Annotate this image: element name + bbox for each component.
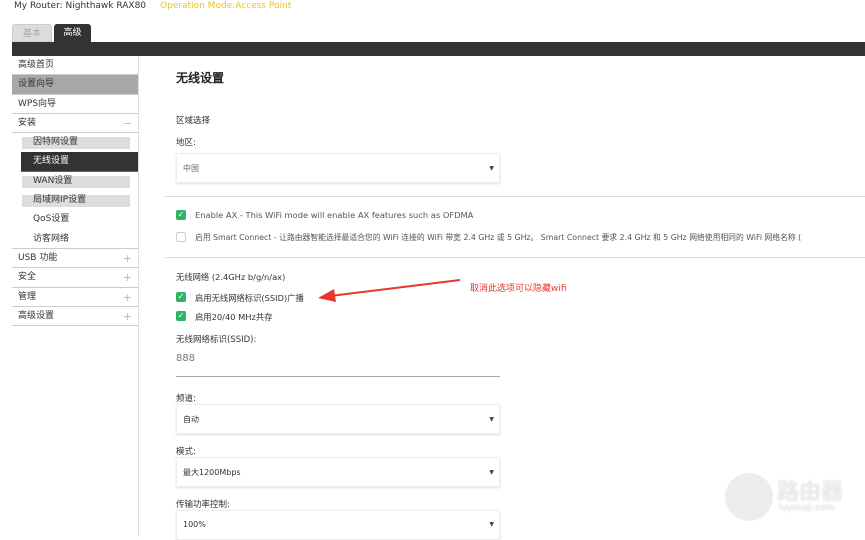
ssid-broadcast-checkbox[interactable]: ✓: [176, 292, 186, 302]
sidebar-sub-lan[interactable]: 局域网IP设置: [12, 191, 138, 210]
smart-connect-label: 启用 Smart Connect - 让路由器智能选择最适合您的 WiFi 连接…: [195, 233, 802, 242]
power-label: 传输功率控制:: [176, 500, 230, 510]
ssid-label: 无线网络标识(SSID):: [176, 335, 257, 345]
sidebar-item-setup-wizard[interactable]: 设置向导: [12, 75, 138, 95]
watermark-url: luyouqi.com: [779, 503, 835, 513]
channel-label: 频道:: [176, 394, 196, 404]
coexist-label: 启用20/40 MHz共存: [195, 312, 273, 322]
caret-down-icon: ▼: [489, 469, 494, 476]
tab-advanced[interactable]: 高级: [54, 24, 91, 42]
expand-icon: +: [122, 251, 132, 265]
sidebar-sub-wan[interactable]: WAN设置: [12, 172, 138, 191]
nav-bar: [12, 42, 865, 56]
caret-down-icon: ▼: [489, 165, 494, 172]
sidebar-sub-qos[interactable]: QoS设置: [12, 210, 138, 229]
divider: [165, 257, 865, 258]
smart-connect-checkbox[interactable]: [176, 232, 186, 242]
caret-down-icon: ▼: [489, 521, 494, 528]
enable-ax-label: Enable AX - This WiFi mode will enable A…: [195, 210, 474, 220]
ssid-input[interactable]: 888: [176, 353, 500, 377]
ssid-broadcast-label: 启用无线网络标识(SSID)广播: [195, 293, 304, 303]
mode-label: 模式:: [176, 447, 196, 457]
sidebar-sub-guest[interactable]: 访客网络: [12, 230, 138, 249]
sidebar-item-security[interactable]: 安全 +: [12, 268, 138, 288]
sidebar-item-setup[interactable]: 安装 −: [12, 114, 138, 134]
sidebar-sub-wireless[interactable]: 无线设置: [21, 152, 138, 172]
watermark-router-icon: [725, 473, 773, 521]
expand-icon: +: [122, 309, 132, 323]
wireless-heading: 无线网络 (2.4GHz b/g/n/ax): [176, 272, 286, 282]
tab-basic[interactable]: 基本: [12, 24, 52, 42]
operation-mode: Operation Mode:Access Point: [160, 1, 292, 11]
region-label: 地区:: [176, 138, 196, 148]
page-title: 无线设置: [176, 71, 225, 85]
expand-icon: +: [122, 271, 132, 285]
router-name: Nighthawk RAX80: [65, 1, 147, 11]
sidebar-item-usb[interactable]: USB 功能 +: [12, 249, 138, 269]
collapse-icon[interactable]: −: [123, 114, 132, 133]
divider: [165, 196, 865, 197]
coexist-checkbox[interactable]: ✓: [176, 311, 186, 321]
sidebar-item-advanced-settings[interactable]: 高级设置 +: [12, 307, 138, 327]
watermark-text: 路由器: [777, 480, 844, 505]
region-heading: 区域选择: [176, 116, 211, 126]
arrow-annotation-icon: [318, 279, 461, 302]
expand-icon: +: [122, 290, 132, 304]
enable-ax-checkbox[interactable]: ✓: [176, 210, 186, 220]
power-select[interactable]: 100% ▼: [176, 510, 500, 540]
annotation-text: 取消此选项可以隐藏wifi: [470, 284, 567, 294]
router-label: My Router:: [14, 1, 63, 11]
sidebar-sub-internet[interactable]: 因特网设置: [12, 133, 138, 152]
sidebar: 高级首页 设置向导 WPS向导 安装 − 因特网设置 无线设置 WAN设置 局域网…: [12, 56, 139, 537]
caret-down-icon: ▼: [489, 416, 494, 423]
region-select[interactable]: 中国 ▼: [176, 153, 500, 183]
channel-select[interactable]: 自动 ▼: [176, 404, 500, 434]
header: My Router: Nighthawk RAX80 Operation Mode…: [14, 1, 291, 11]
mode-select[interactable]: 最大1200Mbps ▼: [176, 457, 500, 487]
sidebar-item-advanced-home[interactable]: 高级首页: [12, 56, 138, 76]
sidebar-item-wps[interactable]: WPS向导: [12, 95, 138, 114]
sidebar-item-admin[interactable]: 管理 +: [12, 288, 138, 307]
